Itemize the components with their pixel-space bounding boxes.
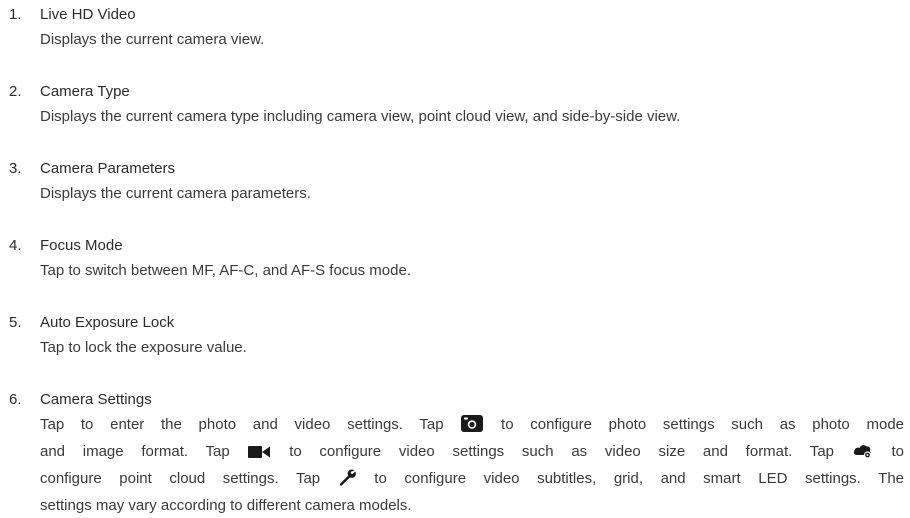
item-description: Tap to enter the photo and video setting… [40,413,904,518]
item-number: 5. [9,314,22,331]
point-cloud-icon [853,442,873,467]
text-segment: to configure photo settings such as phot… [501,416,905,433]
description-line: settings may vary according to different… [40,494,904,518]
item-number: 6. [9,391,22,408]
item-number: 1. [9,6,22,23]
text-segment: and image format. Tap [40,443,230,460]
item-number: 4. [9,237,22,254]
item-description: Displays the current camera view. [40,31,265,48]
item-description: Tap to switch between MF, AF-C, and AF-S… [40,262,411,279]
item-title: Live HD Video [40,6,136,23]
description-line: Tap to enter the photo and video setting… [40,413,904,440]
description-line: and image format. Tap to configure video… [40,440,904,467]
description-line: configure point cloud settings. Tap to c… [40,467,904,494]
item-title: Focus Mode [40,237,123,254]
item-description: Displays the current camera parameters. [40,185,311,202]
text-segment: Tap to enter the photo and video setting… [40,416,444,433]
text-segment: to [891,443,905,460]
camera-icon [461,415,484,440]
text-segment: to configure video settings such as vide… [289,443,835,460]
item-description: Tap to lock the exposure value. [40,339,247,356]
item-number: 3. [9,160,22,177]
item-title: Camera Parameters [40,160,176,177]
item-description: Displays the current camera type includi… [40,108,681,125]
item-title: Camera Settings [40,391,152,408]
wrench-icon [339,469,356,494]
text-segment: configure point cloud settings. Tap [40,470,321,487]
item-title: Auto Exposure Lock [40,314,175,331]
item-number: 2. [9,83,22,100]
item-title: Camera Type [40,83,130,100]
video-camera-icon [248,443,271,467]
text-segment: to configure video subtitles, grid, and … [374,470,904,487]
text-segment: settings may vary according to different… [40,497,412,514]
